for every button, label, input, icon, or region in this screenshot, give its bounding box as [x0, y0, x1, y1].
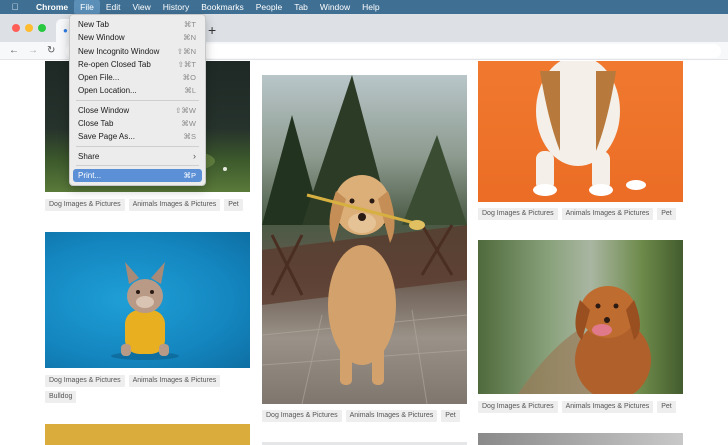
menu-item-reopen-closed-tab[interactable]: Re-open Closed Tab ⇧⌘T [70, 58, 205, 71]
menu-item-label: Close Window [78, 105, 130, 115]
minimize-window-icon[interactable] [25, 24, 33, 32]
menu-item-label: Share [78, 151, 100, 161]
menu-people[interactable]: People [250, 0, 288, 14]
apple-icon[interactable]:  [0, 2, 30, 12]
menu-item-close-window[interactable]: Close Window ⇧⌘W [70, 104, 205, 117]
chevron-right-icon: › [193, 150, 196, 161]
close-window-icon[interactable] [12, 24, 20, 32]
tab-favicon-icon: ● [63, 26, 68, 35]
menu-bookmarks[interactable]: Bookmarks [195, 0, 250, 14]
dog-photo-yellow[interactable] [45, 424, 250, 445]
menu-history[interactable]: History [157, 0, 195, 14]
zoom-window-icon[interactable] [38, 24, 46, 32]
tags-row: Dog Images & Pictures Animals Images & P… [45, 375, 255, 403]
menu-item-shortcut: ⌘W [181, 119, 196, 129]
golden-retriever-illustration [262, 75, 467, 404]
menu-item-shortcut: ⌘O [182, 73, 196, 83]
brown-dog-illustration [518, 286, 651, 394]
tags-row: Dog Images & Pictures Animals Images & P… [262, 410, 472, 422]
menu-item-share[interactable]: Share › [70, 150, 205, 163]
tags-row: Dog Images & Pictures Animals Images & P… [45, 199, 255, 211]
puppy-photo-orange[interactable] [478, 61, 683, 202]
tag-chip[interactable]: Dog Images & Pictures [478, 208, 558, 220]
menu-item-shortcut: ⇧⌘N [176, 46, 196, 56]
tags-row: Dog Images & Pictures Animals Images & P… [478, 401, 688, 413]
menu-item-label: New Incognito Window [78, 46, 160, 56]
tag-chip[interactable]: Animals Images & Pictures [561, 401, 654, 413]
menu-item-print[interactable]: Print... ⌘P [73, 168, 202, 183]
tag-chip[interactable]: Dog Images & Pictures [45, 199, 125, 211]
menu-item-label: Open File... [78, 73, 120, 83]
menu-item-shortcut: ⌘N [183, 33, 196, 43]
menu-item-close-tab[interactable]: Close Tab ⌘W [70, 117, 205, 130]
forward-icon[interactable]: → [28, 45, 38, 56]
reload-icon[interactable]: ↻ [47, 45, 55, 56]
menu-item-shortcut: ⌘L [184, 86, 196, 96]
bulldog-illustration [111, 262, 179, 360]
tag-chip[interactable]: Pet [657, 401, 676, 413]
menu-item-shortcut: ⌘S [183, 132, 196, 142]
brown-dog-photo[interactable] [478, 240, 683, 394]
tag-chip[interactable]: Dog Images & Pictures [45, 375, 125, 387]
tag-chip[interactable]: Animals Images & Pictures [128, 375, 221, 387]
menu-view[interactable]: View [126, 0, 156, 14]
menu-item-new-tab[interactable]: New Tab ⌘T [70, 18, 205, 31]
dog-photo-partial[interactable] [478, 433, 683, 445]
menu-item-save-page-as[interactable]: Save Page As... ⌘S [70, 130, 205, 143]
menu-separator [76, 164, 199, 166]
menu-separator [76, 99, 199, 101]
tag-chip[interactable]: Dog Images & Pictures [478, 401, 558, 413]
menu-item-label: New Window [78, 33, 125, 43]
menu-item-label: Close Tab [78, 119, 114, 129]
menu-edit[interactable]: Edit [100, 0, 127, 14]
menu-item-label: Re-open Closed Tab [78, 59, 151, 69]
menu-item-new-window[interactable]: New Window ⌘N [70, 31, 205, 44]
menu-chrome[interactable]: Chrome [30, 0, 74, 14]
tag-chip[interactable]: Dog Images & Pictures [262, 410, 342, 422]
menu-item-shortcut: ⌘P [183, 170, 196, 180]
menu-tab[interactable]: Tab [288, 0, 314, 14]
tag-chip[interactable]: Bulldog [45, 391, 77, 403]
puppy-on-orange-illustration [533, 61, 646, 196]
menu-item-open-location[interactable]: Open Location... ⌘L [70, 84, 205, 97]
menu-item-shortcut: ⇧⌘T [177, 59, 196, 69]
new-tab-button[interactable]: + [208, 22, 216, 38]
menu-help[interactable]: Help [356, 0, 385, 14]
menu-file[interactable]: File [74, 0, 100, 14]
menu-window[interactable]: Window [314, 0, 356, 14]
menu-item-label: New Tab [78, 20, 109, 29]
menu-separator [76, 145, 199, 147]
golden-retriever-photo[interactable] [262, 75, 467, 404]
menu-item-new-incognito-window[interactable]: New Incognito Window ⇧⌘N [70, 45, 205, 58]
bulldog-photo[interactable] [45, 232, 250, 368]
tag-chip[interactable]: Animals Images & Pictures [128, 199, 221, 211]
back-icon[interactable]: ← [9, 45, 19, 56]
menu-item-label: Save Page As... [78, 132, 135, 142]
menu-item-label: Print... [78, 170, 102, 180]
tag-chip[interactable]: Animals Images & Pictures [561, 208, 654, 220]
file-menu-dropdown: New Tab ⌘T New Window ⌘N New Incognito W… [69, 14, 206, 186]
tag-chip[interactable]: Pet [657, 208, 676, 220]
macos-menu-bar:  Chrome File Edit View History Bookmark… [0, 0, 728, 14]
menu-item-shortcut: ⌘T [183, 20, 196, 29]
menu-item-shortcut: ⇧⌘W [175, 105, 196, 115]
menu-item-label: Open Location... [78, 86, 137, 96]
tag-chip[interactable]: Pet [441, 410, 460, 422]
tag-chip[interactable]: Animals Images & Pictures [345, 410, 438, 422]
tags-row: Dog Images & Pictures Animals Images & P… [478, 208, 688, 220]
menu-item-open-file[interactable]: Open File... ⌘O [70, 71, 205, 84]
tag-chip[interactable]: Pet [224, 199, 243, 211]
